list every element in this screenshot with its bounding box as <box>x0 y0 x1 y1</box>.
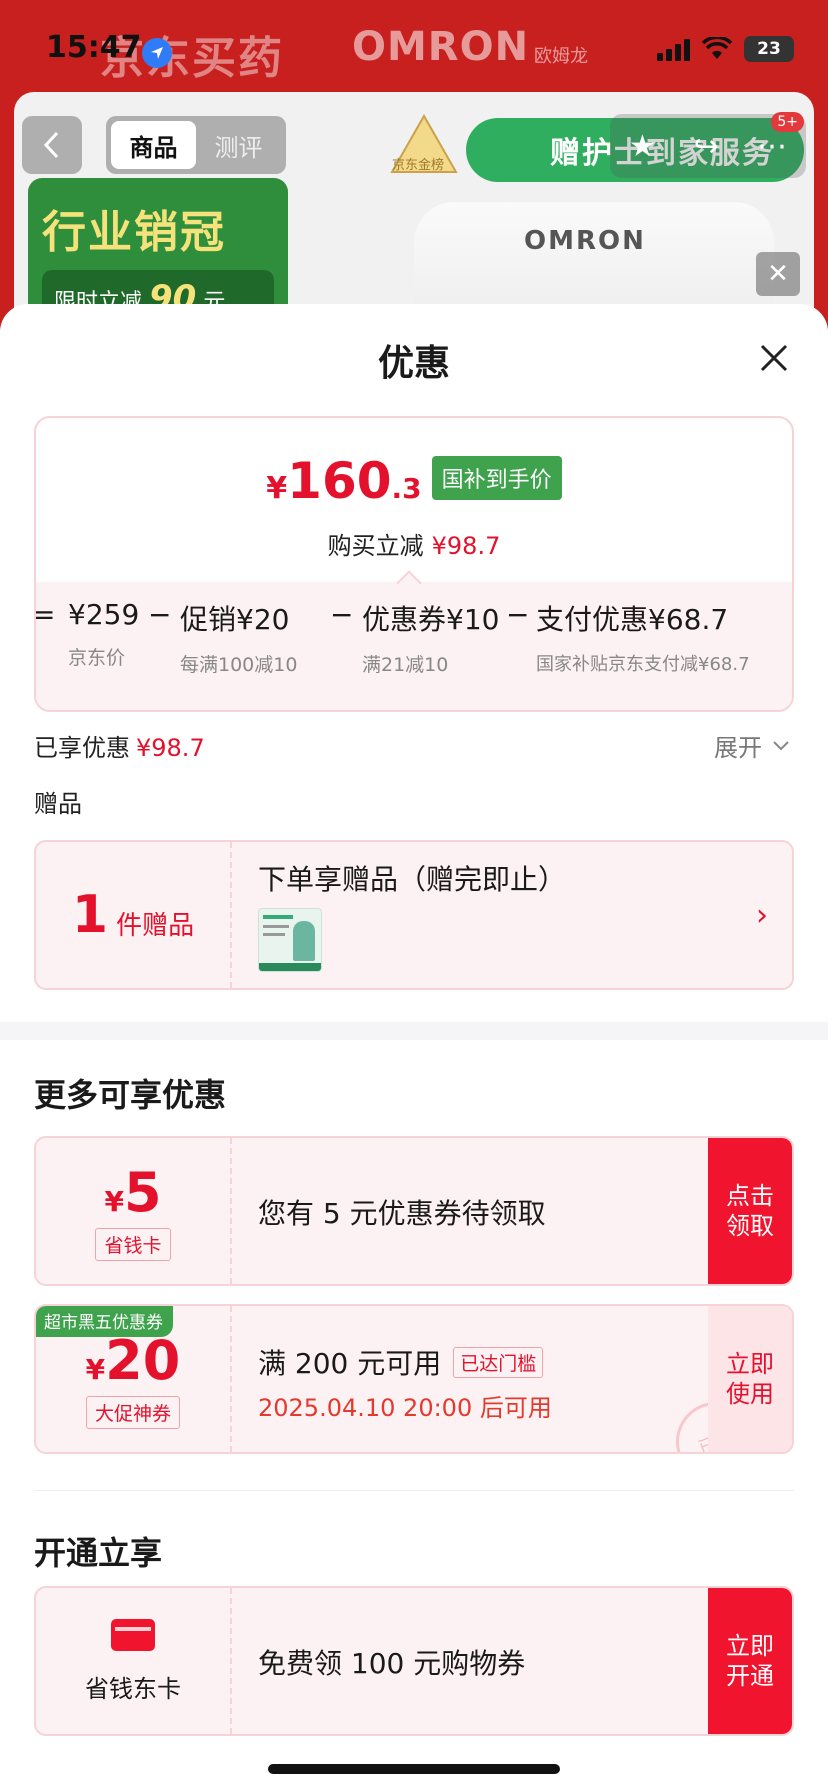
final-price-row: ¥160.3 国补到手价 <box>36 452 792 510</box>
threshold-reached-tag: 已达门槛 <box>453 1346 544 1378</box>
enjoyed-discount: 已享优惠 ¥98.7 <box>34 734 205 762</box>
brand-sub: 欧姆龙 <box>534 46 588 67</box>
location-arrow-icon <box>142 38 172 68</box>
coupon-card: ¥20 大促神券 超市黑五优惠券 满 200 元可用 已达门槛 2025.04.… <box>34 1304 794 1454</box>
use-coupon-button[interactable]: 立即使用 <box>708 1306 792 1452</box>
star-icon[interactable]: ★ <box>629 129 656 164</box>
expand-button[interactable]: 展开 <box>714 728 790 763</box>
coupon-corner-label: 超市黑五优惠券 <box>36 1306 173 1337</box>
product-card: 商品 测评 京东金榜 赠护士到家服务 ★ ↪ ⋯ 5+ 行业销冠 限时立减 90… <box>14 92 814 330</box>
more-discounts-title: 更多可享优惠 <box>34 1076 227 1114</box>
coupon-desc: 您有 5 元优惠券待领取 <box>258 1197 546 1230</box>
sheet-title: 优惠 <box>377 343 450 384</box>
membership-card-icon-area: 省钱东卡 <box>36 1588 232 1734</box>
minus-sign: − <box>148 598 172 631</box>
divider-line <box>34 1490 794 1491</box>
coupon-condition: 满 200 元可用 已达门槛 <box>258 1342 544 1382</box>
coupon-tag: 省钱卡 <box>95 1228 171 1261</box>
tab-review[interactable]: 测评 <box>196 121 281 169</box>
chevron-right-icon: › <box>756 898 768 933</box>
status-time: 15:47 <box>46 30 142 65</box>
chevron-left-icon <box>43 131 59 159</box>
battery-indicator: 23 <box>744 36 794 62</box>
gift-section-label: 赠品 <box>34 790 82 818</box>
equals-sign: = <box>34 598 56 631</box>
coupon-card: ¥5 省钱卡 您有 5 元优惠券待领取 点击领取 <box>34 1136 794 1286</box>
calc-promotion: 促销¥20 每满100减10 <box>180 603 298 676</box>
more-icon[interactable]: ⋯ <box>757 129 787 164</box>
gift-title: 下单享赠品（赠完即止） <box>258 863 567 896</box>
open-membership-button[interactable]: 立即开通 <box>708 1588 792 1734</box>
product-actions: ★ ↪ ⋯ 5+ <box>610 112 806 178</box>
membership-card: 省钱东卡 免费领 100 元购物券 立即开通 <box>34 1586 794 1736</box>
close-icon[interactable] <box>756 340 792 376</box>
device-logo: OMRON <box>524 226 646 256</box>
open-benefits-title: 开通立享 <box>34 1534 163 1572</box>
card-icon <box>111 1618 155 1651</box>
coupon-valid-time: 2025.04.10 20:00 后可用 <box>258 1394 552 1422</box>
coupon-tag: 大促神券 <box>85 1396 180 1429</box>
award-label: 京东金榜 <box>392 158 445 173</box>
price-breakdown: ¥160.3 国补到手价 购买立减 ¥98.7 = ¥259 京东价 − 促销¥2… <box>34 416 794 712</box>
close-ad-button[interactable]: ✕ <box>756 252 800 296</box>
section-divider <box>0 1022 828 1040</box>
minus-sign: − <box>506 598 530 631</box>
gift-count: 1 件赠品 <box>36 842 232 988</box>
chevron-down-icon <box>773 740 789 750</box>
reduce-row: 购买立减 ¥98.7 <box>327 532 501 560</box>
cellular-signal-icon <box>657 37 690 61</box>
notification-badge: 5+ <box>771 112 804 132</box>
wifi-icon <box>702 37 732 59</box>
share-icon[interactable]: ↪ <box>694 129 719 164</box>
brand-logo: OMRON <box>352 24 530 70</box>
membership-desc: 免费领 100 元购物券 <box>258 1647 526 1680</box>
calc-area: = ¥259 京东价 − 促销¥20 每满100减10 − 优惠券¥10 满21… <box>34 582 792 710</box>
product-tab-switch: 商品 测评 <box>106 116 286 174</box>
final-price: ¥160.3 <box>266 452 422 510</box>
award-badge: 京东金榜 <box>376 112 472 192</box>
trophy-icon <box>390 113 458 173</box>
discount-sheet: 优惠 ¥160.3 国补到手价 购买立减 ¥98.7 = ¥259 京东价 − 促… <box>0 304 828 1792</box>
sales-title: 行业销冠 <box>42 207 226 258</box>
back-button[interactable] <box>22 116 82 174</box>
membership-card-label: 省钱东卡 <box>85 1674 181 1703</box>
status-indicators: 23 <box>657 36 794 62</box>
product-page-background: 京东买药 OMRON 欧姆龙 15:47 23 商品 测评 京东金榜 赠护士到家… <box>0 0 828 330</box>
tab-product[interactable]: 商品 <box>111 121 196 169</box>
gift-card[interactable]: 1 件赠品 下单享赠品（赠完即止） › <box>34 840 794 990</box>
subsidy-badge: 国补到手价 <box>431 456 562 500</box>
minus-sign: − <box>330 598 354 631</box>
claim-coupon-button[interactable]: 点击领取 <box>708 1138 792 1284</box>
coupon-value: ¥5 省钱卡 <box>36 1138 232 1284</box>
calc-payment: 支付优惠¥68.7 国家补贴京东支付减¥68.7 <box>536 603 750 675</box>
calc-coupon: 优惠券¥10 满21减10 <box>362 603 500 676</box>
home-indicator[interactable] <box>268 1764 560 1774</box>
calc-jd-price: ¥259 京东价 <box>68 598 140 669</box>
gift-thumbnail <box>258 908 322 972</box>
